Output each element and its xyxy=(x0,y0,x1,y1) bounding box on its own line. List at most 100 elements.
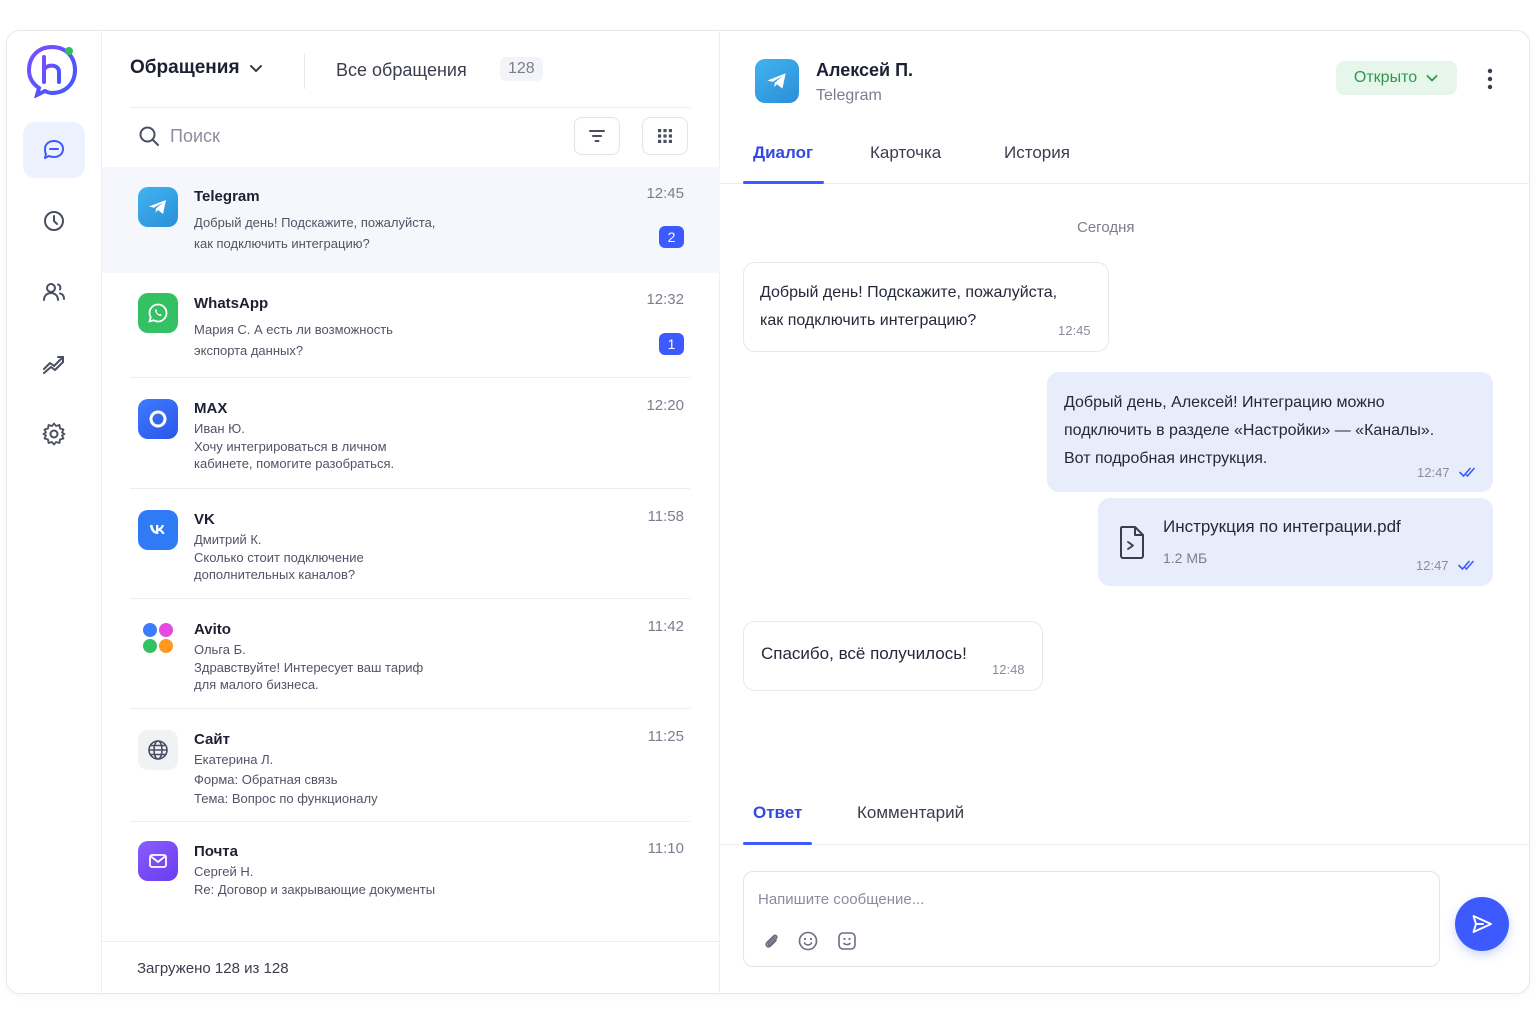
conversation-preview-line: Здравствуйте! Интересует ваш тариф xyxy=(194,660,424,675)
conversation-preview-line: Екатерина Л. xyxy=(194,752,274,767)
conversation-time: 11:10 xyxy=(647,840,684,857)
nav-settings[interactable] xyxy=(23,406,85,462)
active-tab-indicator xyxy=(743,181,824,184)
conversation-item-whatsapp[interactable]: WhatsApp Мария С. А есть ли возможность … xyxy=(102,275,720,378)
chat-tabs: Диалог Карточка История xyxy=(720,131,1529,184)
conversation-item-avito[interactable]: Avito Ольга Б. Здравствуйте! Интересует … xyxy=(102,600,720,710)
double-check-icon xyxy=(1458,560,1474,570)
nav-conversations[interactable] xyxy=(23,122,85,178)
header-bottom-divider xyxy=(130,107,690,108)
send-button[interactable] xyxy=(1455,897,1509,951)
mail-icon xyxy=(138,841,178,881)
list-divider xyxy=(130,488,690,489)
message-outgoing-file[interactable]: Инструкция по интеграции.pdf 1.2 МБ 12:4… xyxy=(1098,498,1493,586)
tab-card[interactable]: Карточка xyxy=(870,143,941,179)
conversation-item-mail[interactable]: Почта Сергей Н. Re: Договор и закрывающи… xyxy=(102,823,720,923)
message-line: Вот подробная инструкция. xyxy=(1064,450,1268,467)
conversation-preview-line: Тема: Вопрос по функционалу xyxy=(194,791,378,806)
list-header: Обращения Все обращения 128 xyxy=(102,31,719,109)
date-separator: Сегодня xyxy=(1077,219,1135,236)
message-line: Добрый день, Алексей! Интеграцию можно xyxy=(1064,394,1385,411)
nav-contacts[interactable] xyxy=(23,264,85,320)
conversation-preview-line: дополнительных каналов? xyxy=(194,567,356,582)
chevron-down-icon xyxy=(1426,75,1438,82)
message-incoming: Спасибо, всё получилось! 12:48 xyxy=(743,621,1043,691)
conversation-time: 11:25 xyxy=(647,728,684,745)
conversation-time: 11:58 xyxy=(647,508,684,525)
whatsapp-icon xyxy=(138,293,178,333)
emoji-icon[interactable] xyxy=(797,930,819,952)
conversation-item-site[interactable]: Сайт Екатерина Л. Форма: Обратная связь … xyxy=(102,710,720,822)
gear-icon xyxy=(42,422,66,446)
trend-icon xyxy=(43,356,64,374)
contact-channel: Telegram xyxy=(816,87,882,104)
message-input[interactable] xyxy=(758,886,1418,912)
message-line: Добрый день! Подскажите, пожалуйста, xyxy=(760,284,1058,301)
message-line: как подключить интеграцию? xyxy=(760,312,977,329)
header-divider xyxy=(304,53,305,89)
chevron-down-icon xyxy=(249,65,262,72)
more-options-button[interactable] xyxy=(1478,65,1502,93)
conversation-preview-line: Хочу интегрироваться в личном xyxy=(194,439,387,454)
conversation-preview-line: Дмитрий К. xyxy=(194,532,262,547)
status-dropdown[interactable]: Открыто xyxy=(1336,61,1457,95)
all-conversations-label[interactable]: Все обращения xyxy=(336,60,467,81)
list-footer: Загружено 128 из 128 xyxy=(102,941,720,993)
folder-label: Обращения xyxy=(130,57,240,78)
conversation-channel: Avito xyxy=(194,621,231,638)
nav-analytics[interactable] xyxy=(23,335,85,391)
sticker-icon[interactable] xyxy=(836,930,858,952)
search-bar xyxy=(102,111,719,165)
conversation-preview-line: экспорта данных? xyxy=(194,343,304,358)
list-divider xyxy=(130,821,690,822)
conversation-preview-line: Иван Ю. xyxy=(194,421,245,436)
conversation-preview-line: Сколько стоит подключение xyxy=(194,550,364,565)
conversation-preview-line: Добрый день! Подскажите, пожалуйста, xyxy=(194,215,436,230)
conversation-time: 12:20 xyxy=(646,397,684,414)
avito-icon xyxy=(138,618,178,658)
message-time: 12:45 xyxy=(1058,323,1091,338)
conversation-channel: VK xyxy=(194,511,215,528)
telegram-icon xyxy=(138,187,178,227)
clock-icon xyxy=(44,211,64,231)
message-time: 12:47 xyxy=(1416,558,1449,573)
conversation-channel: WhatsApp xyxy=(194,295,269,312)
tab-history[interactable]: История xyxy=(1004,143,1070,179)
nav-history[interactable] xyxy=(23,193,85,249)
attach-icon[interactable] xyxy=(760,930,782,952)
message-outgoing: Добрый день, Алексей! Интеграцию можно п… xyxy=(1047,372,1493,492)
conversation-preview-line: для малого бизнеса. xyxy=(194,677,319,692)
contact-name: Алексей П. xyxy=(816,60,914,80)
message-time: 12:47 xyxy=(1417,465,1450,480)
conversation-list-panel: Обращения Все обращения 128 Поиск Telegr… xyxy=(102,31,720,993)
conversation-item-max[interactable]: MAX Иван Ю. Хочу интегрироваться в лично… xyxy=(102,379,720,489)
conversation-time: 12:32 xyxy=(646,291,684,308)
conversation-preview-line: Форма: Обратная связь xyxy=(194,772,338,787)
conversation-item-telegram[interactable]: Telegram Добрый день! Подскажите, пожалу… xyxy=(102,167,720,273)
unread-badge: 1 xyxy=(659,333,684,355)
telegram-icon xyxy=(755,59,799,103)
active-tab-indicator xyxy=(743,842,812,845)
message-line: Спасибо, всё получилось! xyxy=(761,644,967,663)
grid-view-button[interactable] xyxy=(642,117,688,155)
tab-dialog[interactable]: Диалог xyxy=(753,143,813,179)
search-input[interactable] xyxy=(170,119,550,153)
conversation-preview-line: Ольга Б. xyxy=(194,642,246,657)
more-vertical-icon xyxy=(1487,68,1493,90)
all-conversations-count: 128 xyxy=(500,57,543,81)
message-incoming: Добрый день! Подскажите, пожалуйста, как… xyxy=(743,262,1109,352)
chat-bubbles-icon xyxy=(44,140,64,159)
filter-button[interactable] xyxy=(574,117,620,155)
logo-icon xyxy=(24,42,80,99)
folder-dropdown[interactable]: Обращения xyxy=(130,57,264,79)
chat-panel: Алексей П. Telegram Открыто Диалог Карто… xyxy=(720,31,1529,993)
double-check-icon xyxy=(1459,467,1475,477)
message-composer xyxy=(743,871,1440,967)
tab-reply[interactable]: Ответ xyxy=(753,803,802,839)
nav-rail xyxy=(7,31,102,993)
conversation-channel: MAX xyxy=(194,400,228,417)
tab-comment[interactable]: Комментарий xyxy=(857,803,964,839)
loaded-count-label: Загружено 128 из 128 xyxy=(137,960,289,977)
conversation-item-vk[interactable]: VK Дмитрий К. Сколько стоит подключение … xyxy=(102,490,720,600)
grid-icon xyxy=(658,129,672,143)
